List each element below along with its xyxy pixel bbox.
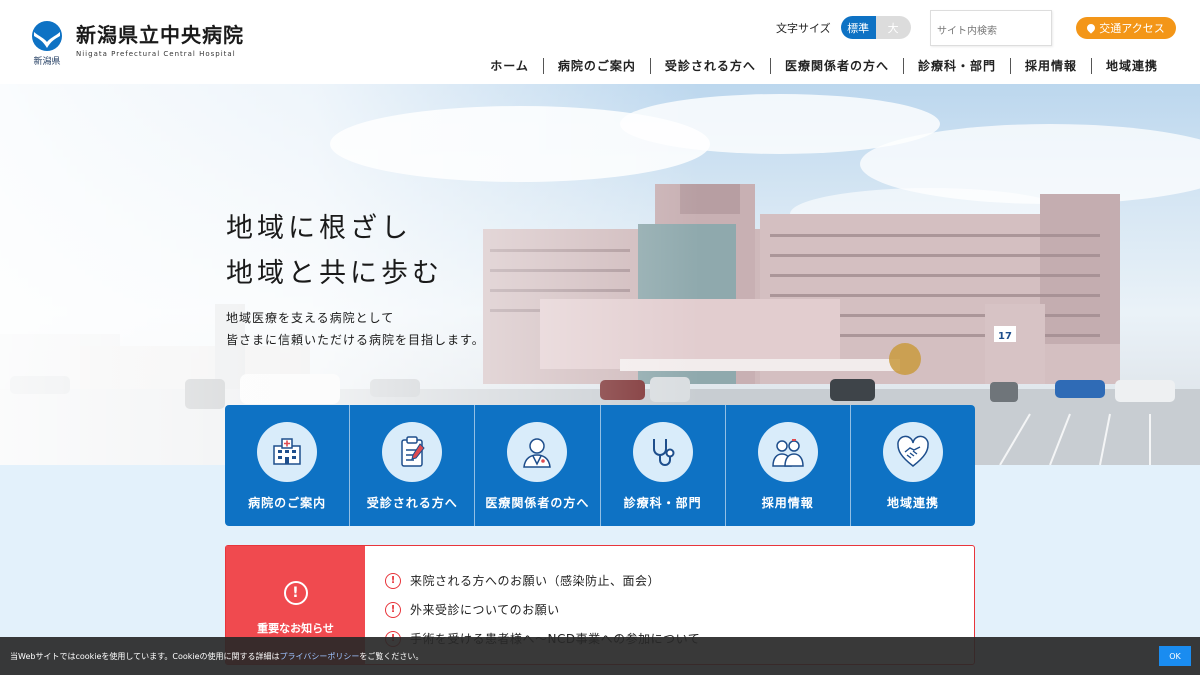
cookie-text-after: をご覧ください。 — [359, 652, 424, 661]
font-size-large-button[interactable]: 大 — [875, 16, 911, 39]
site-search-input[interactable]: サイト内検索 — [930, 10, 1052, 46]
notice-item-text: 来院される方へのお願い（感染防止、面会） — [410, 574, 661, 588]
handshake-heart-icon — [882, 422, 943, 482]
tile-recruit-label: 採用情報 — [761, 496, 814, 510]
tile-professionals[interactable]: 医療関係者の方へ — [474, 405, 599, 526]
font-size-switcher: 文字サイズ 標準 大 — [776, 16, 911, 39]
notice-item-text: 外来受診についてのお願い — [410, 603, 560, 617]
alert-circle-icon: ! — [385, 572, 401, 589]
cookie-message: 当Webサイトではcookieを使用しています。Cookieの使用に関する詳細は… — [10, 651, 423, 662]
nav-item-about[interactable]: 病院のご案内 — [542, 58, 650, 74]
niigata-pref-emblem-icon: 新潟県 — [30, 20, 64, 67]
tile-community[interactable]: 地域連携 — [849, 405, 975, 526]
font-size-label: 文字サイズ — [776, 21, 831, 35]
hero-heading-line1: 地域に根ざし — [226, 213, 412, 244]
tile-recruit[interactable]: 採用情報 — [724, 405, 850, 526]
tile-community-label: 地域連携 — [886, 496, 939, 510]
nav-item-community[interactable]: 地域連携 — [1090, 58, 1170, 74]
cookie-ok-button[interactable]: OK — [1159, 646, 1191, 666]
nav-item-home[interactable]: ホーム — [476, 58, 543, 74]
alert-icon: ! — [283, 581, 308, 605]
tile-departments[interactable]: 診療科・部門 — [599, 405, 725, 526]
site-header: 新潟県 新潟県立中央病院 Niigata Prefectural Central… — [0, 0, 1200, 84]
alert-circle-icon: ! — [385, 601, 401, 618]
global-nav: ホーム 病院のご案内 受診される方へ 医療関係者の方へ 診療科・部門 採用情報 … — [476, 58, 1170, 74]
nav-item-patients[interactable]: 受診される方へ — [649, 58, 770, 74]
clipboard-icon — [382, 422, 443, 482]
site-logo[interactable]: 新潟県 新潟県立中央病院 Niigata Prefectural Central… — [30, 20, 244, 67]
hospital-building-icon — [257, 422, 318, 482]
hero-heading: 地域に根ざし 地域と共に歩む — [226, 206, 443, 296]
privacy-policy-link[interactable]: プライバシーポリシー — [280, 652, 360, 661]
category-tiles: 病院のご案内 受診される方へ 医療関係者の方へ 診療科・部門 採用情報 地域連携 — [225, 405, 975, 526]
notice-item[interactable]: ! 外来受診についてのお願い — [385, 595, 700, 624]
tile-patients-label: 受診される方へ — [366, 496, 458, 510]
font-size-standard-button[interactable]: 標準 — [840, 16, 876, 39]
access-button-label: 交通アクセス — [1099, 22, 1165, 35]
notice-heading: 重要なお知らせ — [257, 622, 334, 635]
tile-professionals-label: 医療関係者の方へ — [485, 496, 590, 510]
access-button[interactable]: 交通アクセス — [1076, 17, 1176, 39]
hospital-name-en: Niigata Prefectural Central Hospital — [76, 50, 236, 58]
cookie-banner: 当Webサイトではcookieを使用しています。Cookieの使用に関する詳細は… — [0, 637, 1200, 675]
nav-item-recruit[interactable]: 採用情報 — [1009, 58, 1091, 74]
hero-lead: 地域医療を支える病院として 皆さまに信頼いただける病院を目指します。 — [226, 307, 485, 351]
stethoscope-icon — [632, 422, 693, 482]
tile-patients[interactable]: 受診される方へ — [349, 405, 474, 526]
tile-about[interactable]: 病院のご案内 — [225, 405, 349, 526]
hero-heading-line2: 地域と共に歩む — [226, 258, 443, 289]
hero-lead-line1: 地域医療を支える病院として — [226, 311, 395, 325]
notice-item[interactable]: ! 来院される方へのお願い（感染防止、面会） — [385, 566, 700, 595]
hero-lead-line2: 皆さまに信頼いただける病院を目指します。 — [226, 333, 485, 347]
cookie-text-before: 当Webサイトではcookieを使用しています。Cookieの使用に関する詳細は — [10, 652, 280, 661]
tile-about-label: 病院のご案内 — [248, 496, 327, 510]
nav-item-professionals[interactable]: 医療関係者の方へ — [769, 58, 903, 74]
hospital-name: 新潟県立中央病院 — [76, 23, 244, 47]
doctor-icon — [507, 422, 568, 482]
tile-departments-label: 診療科・部門 — [623, 496, 702, 510]
nav-item-departments[interactable]: 診療科・部門 — [902, 58, 1010, 74]
logo-prefecture-label: 新潟県 — [33, 57, 61, 67]
staff-icon — [757, 422, 818, 482]
map-pin-icon — [1085, 22, 1097, 34]
building-sign-number: 17 — [998, 331, 1012, 342]
